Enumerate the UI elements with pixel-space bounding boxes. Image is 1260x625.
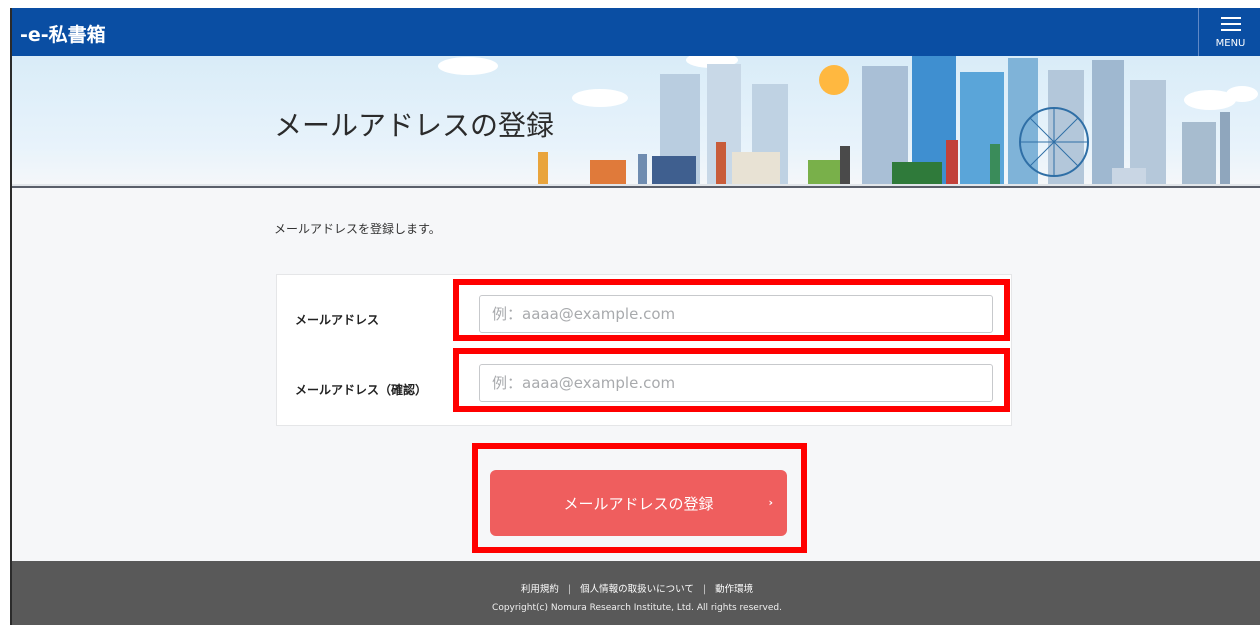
hamburger-icon	[1221, 17, 1241, 31]
register-email-button-label: メールアドレスの登録	[563, 494, 714, 513]
logo[interactable]: -e-私書箱	[20, 20, 106, 47]
app-frame: -e-私書箱 MENU メールアドレスの登録 メールアドレスを登録します。 メー…	[10, 8, 1260, 625]
footer-separator: |	[702, 584, 707, 595]
footer-link-terms[interactable]: 利用規約	[521, 584, 559, 595]
email-confirm-label: メールアドレス（確認）	[295, 383, 428, 397]
footer-links: 利用規約 | 個人情報の取扱いについて | 動作環境	[12, 581, 1260, 595]
email-confirm-highlight	[453, 348, 1010, 412]
intro-text: メールアドレスを登録します。	[274, 222, 441, 236]
page-title: メールアドレスの登録	[274, 109, 555, 142]
copyright: Copyright(c) Nomura Research Institute, …	[492, 603, 782, 613]
page-banner: メールアドレスの登録	[12, 56, 1260, 188]
chevron-right-icon: ›	[768, 496, 773, 509]
footer-separator: |	[567, 584, 572, 595]
menu-button[interactable]: MENU	[1198, 8, 1260, 56]
email-input-highlight	[453, 279, 1010, 341]
footer: 利用規約 | 個人情報の取扱いについて | 動作環境 Copyright(c) …	[12, 561, 1260, 625]
menu-label: MENU	[1215, 38, 1246, 49]
city-illustration	[12, 56, 1260, 186]
footer-link-environment[interactable]: 動作環境	[715, 584, 753, 595]
register-email-button[interactable]: メールアドレスの登録 ›	[490, 470, 787, 536]
footer-link-privacy[interactable]: 個人情報の取扱いについて	[580, 584, 694, 595]
email-label: メールアドレス	[295, 313, 380, 327]
top-bar: -e-私書箱 MENU	[12, 8, 1260, 56]
